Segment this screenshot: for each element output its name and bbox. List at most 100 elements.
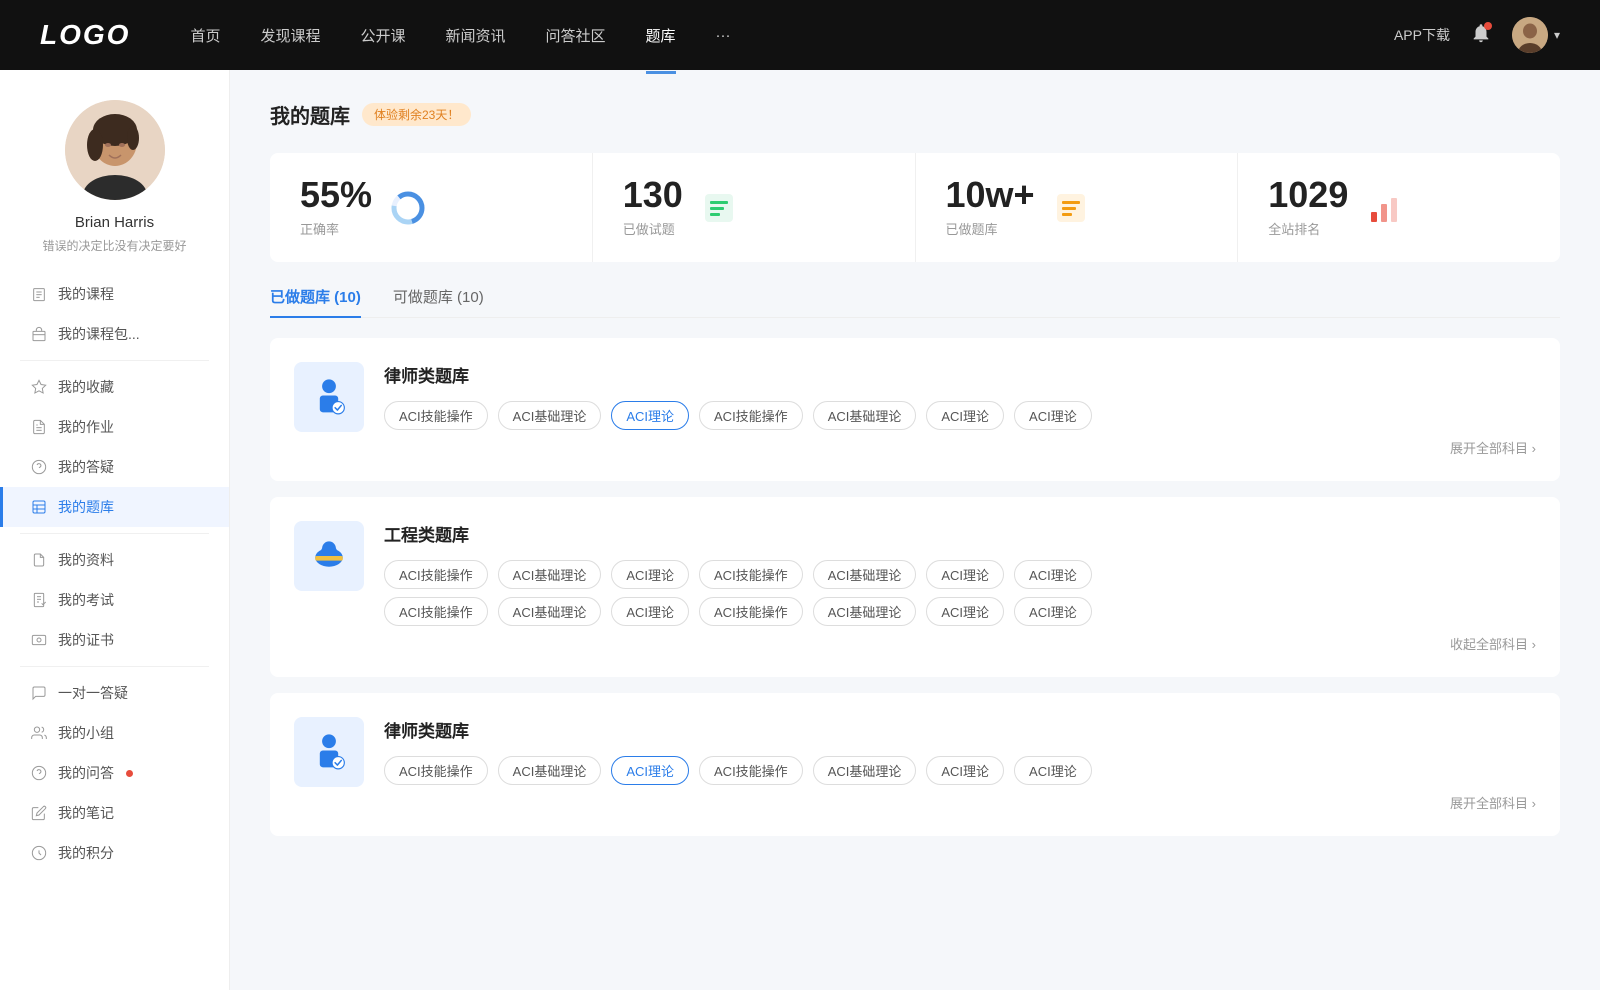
note-icon — [30, 804, 48, 822]
sidebar-motto: 错误的决定比没有决定要好 — [42, 237, 186, 254]
tag-eng-base-1[interactable]: ACI基础理论 — [498, 560, 602, 589]
sidebar-item-notes[interactable]: 我的笔记 — [0, 793, 229, 833]
tag-law2-theory-2[interactable]: ACI理论 — [926, 756, 1004, 785]
tag-eng-theory-2[interactable]: ACI理论 — [926, 560, 1004, 589]
star-icon — [30, 378, 48, 396]
tag-law2-theory-3[interactable]: ACI理论 — [1014, 756, 1092, 785]
sidebar-label-exam: 我的考试 — [58, 590, 114, 610]
stat-label-done-q: 已做试题 — [623, 219, 683, 238]
tag-aci-theory-3[interactable]: ACI理论 — [1014, 401, 1092, 430]
sidebar-item-courses[interactable]: 我的课程 — [0, 274, 229, 314]
sidebar-item-packages[interactable]: 我的课程包... — [0, 314, 229, 354]
sidebar-item-homework[interactable]: 我的作业 — [0, 407, 229, 447]
tag-aci-base-theory-1[interactable]: ACI基础理论 — [498, 401, 602, 430]
nav-links: 首页 发现课程 公开课 新闻资讯 问答社区 题库 ··· — [190, 21, 1394, 50]
divider2 — [20, 533, 209, 534]
lawyer-icon-box-1 — [294, 362, 364, 432]
stat-done-banks: 10w+ 已做题库 — [916, 153, 1239, 262]
sidebar-item-group[interactable]: 我的小组 — [0, 713, 229, 753]
main-content: 我的题库 体验剩余23天！ 55% 正确率 — [230, 70, 1600, 990]
tag-eng-theory-3[interactable]: ACI理论 — [1014, 560, 1092, 589]
tag-eng-base-3[interactable]: ACI基础理论 — [498, 597, 602, 626]
stat-value-done-b: 10w+ — [946, 177, 1035, 213]
tag-eng-theory-4[interactable]: ACI理论 — [611, 597, 689, 626]
tag-law2-base-1[interactable]: ACI基础理论 — [498, 756, 602, 785]
sidebar-label-cert: 我的证书 — [58, 630, 114, 650]
stat-done-questions: 130 已做试题 — [593, 153, 916, 262]
top-navigation: LOGO 首页 发现课程 公开课 新闻资讯 问答社区 题库 ··· APP下载 … — [0, 0, 1600, 70]
app-download-link[interactable]: APP下载 — [1394, 25, 1450, 45]
list-orange-icon — [1051, 188, 1091, 228]
sidebar-label-qbank: 我的题库 — [58, 497, 114, 517]
sidebar-item-favorites[interactable]: 我的收藏 — [0, 367, 229, 407]
divider3 — [20, 666, 209, 667]
notification-bell[interactable] — [1470, 22, 1492, 49]
bar-chart-icon — [1364, 188, 1404, 228]
qbank-title-lawyer-2: 律师类题库 — [384, 717, 1536, 742]
tag-aci-skill-op-1[interactable]: ACI技能操作 — [384, 401, 488, 430]
nav-discover[interactable]: 发现课程 — [260, 21, 320, 50]
stat-value-correctness: 55% — [300, 177, 372, 213]
tag-aci-theory-2[interactable]: ACI理论 — [926, 401, 1004, 430]
logo[interactable]: LOGO — [40, 19, 130, 51]
tag-aci-skill-op-2[interactable]: ACI技能操作 — [699, 401, 803, 430]
tabs-row: 已做题库 (10) 可做题库 (10) — [270, 286, 1560, 318]
dropdown-chevron: ▾ — [1554, 28, 1560, 42]
collapse-link-engineer[interactable]: 收起全部科目 › — [384, 634, 1536, 653]
sidebar-label-myqa: 我的答疑 — [58, 457, 114, 477]
file-icon — [30, 551, 48, 569]
tab-done[interactable]: 已做题库 (10) — [270, 286, 361, 317]
sidebar-label-points: 我的积分 — [58, 843, 114, 863]
qbank-body-lawyer-2: 律师类题库 ACI技能操作 ACI基础理论 ACI理论 ACI技能操作 ACI基… — [384, 717, 1536, 812]
sidebar-item-questions[interactable]: 我的问答 — [0, 753, 229, 793]
user-avatar-menu[interactable]: ▾ — [1512, 17, 1560, 53]
nav-qa[interactable]: 问答社区 — [546, 21, 606, 50]
sidebar-label-group: 我的小组 — [58, 723, 114, 743]
sidebar-item-exam[interactable]: 我的考试 — [0, 580, 229, 620]
tag-law2-skill-2[interactable]: ACI技能操作 — [699, 756, 803, 785]
course-icon — [30, 285, 48, 303]
tag-eng-skill-1[interactable]: ACI技能操作 — [384, 560, 488, 589]
sidebar-item-data[interactable]: 我的资料 — [0, 540, 229, 580]
tab-todo[interactable]: 可做题库 (10) — [393, 286, 484, 317]
qbank-title-lawyer-1: 律师类题库 — [384, 362, 1536, 387]
group-icon — [30, 724, 48, 742]
tags-row-engineer-2: ACI技能操作 ACI基础理论 ACI理论 ACI技能操作 ACI基础理论 AC… — [384, 597, 1536, 626]
qbank-body-engineer: 工程类题库 ACI技能操作 ACI基础理论 ACI理论 ACI技能操作 ACI基… — [384, 521, 1536, 653]
tag-aci-base-theory-2[interactable]: ACI基础理论 — [813, 401, 917, 430]
sidebar-item-oneone[interactable]: 一对一答疑 — [0, 673, 229, 713]
tag-eng-base-4[interactable]: ACI基础理论 — [813, 597, 917, 626]
tag-aci-theory-1[interactable]: ACI理论 — [611, 401, 689, 430]
tag-eng-skill-3[interactable]: ACI技能操作 — [384, 597, 488, 626]
tag-eng-theory-5[interactable]: ACI理论 — [926, 597, 1004, 626]
sidebar: Brian Harris 错误的决定比没有决定要好 我的课程 我的课程包... — [0, 70, 230, 990]
page-title: 我的题库 — [270, 100, 350, 129]
sidebar-label-notes: 我的笔记 — [58, 803, 114, 823]
sidebar-label-questions: 我的问答 — [58, 763, 114, 783]
list-green-icon — [699, 188, 739, 228]
sidebar-item-cert[interactable]: 我的证书 — [0, 620, 229, 660]
tag-law2-base-2[interactable]: ACI基础理论 — [813, 756, 917, 785]
tag-eng-theory-1[interactable]: ACI理论 — [611, 560, 689, 589]
sidebar-item-points[interactable]: 我的积分 — [0, 833, 229, 873]
page-header: 我的题库 体验剩余23天！ — [270, 100, 1560, 129]
nav-home[interactable]: 首页 — [190, 21, 220, 50]
stats-row: 55% 正确率 130 已做试题 — [270, 153, 1560, 262]
tag-eng-base-2[interactable]: ACI基础理论 — [813, 560, 917, 589]
tag-law2-skill-1[interactable]: ACI技能操作 — [384, 756, 488, 785]
tag-eng-theory-6[interactable]: ACI理论 — [1014, 597, 1092, 626]
expand-link-lawyer-1[interactable]: 展开全部科目 › — [384, 438, 1536, 457]
sidebar-item-myqa[interactable]: 我的答疑 — [0, 447, 229, 487]
sidebar-item-qbank[interactable]: 我的题库 — [0, 487, 229, 527]
nav-opencourse[interactable]: 公开课 — [360, 21, 405, 50]
tag-eng-skill-2[interactable]: ACI技能操作 — [699, 560, 803, 589]
nav-news[interactable]: 新闻资讯 — [446, 21, 506, 50]
tag-law2-theory-1[interactable]: ACI理论 — [611, 756, 689, 785]
divider1 — [20, 360, 209, 361]
sidebar-label-packages: 我的课程包... — [58, 324, 140, 344]
nav-qbank[interactable]: 题库 — [646, 21, 676, 50]
qbank-card-lawyer-2: 律师类题库 ACI技能操作 ACI基础理论 ACI理论 ACI技能操作 ACI基… — [270, 693, 1560, 836]
expand-link-lawyer-2[interactable]: 展开全部科目 › — [384, 793, 1536, 812]
tag-eng-skill-4[interactable]: ACI技能操作 — [699, 597, 803, 626]
nav-more[interactable]: ··· — [716, 23, 731, 48]
